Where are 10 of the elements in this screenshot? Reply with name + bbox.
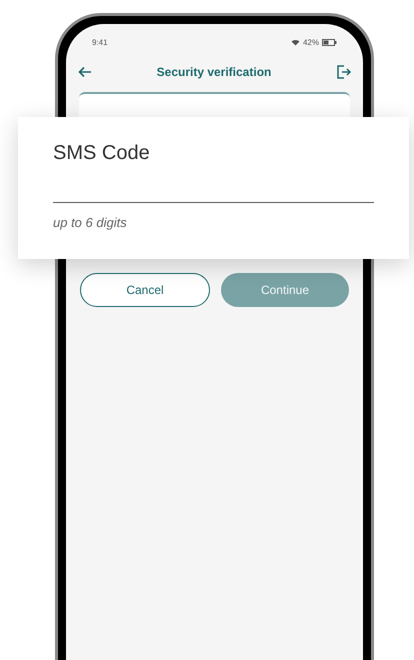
field-hint: up to 6 digits bbox=[53, 214, 128, 232]
screen-title: Security verification bbox=[156, 64, 272, 81]
wifi-icon bbox=[290, 39, 300, 46]
battery-icon bbox=[322, 39, 337, 46]
cancel-button[interactable]: Cancel bbox=[80, 273, 210, 307]
back-arrow-icon[interactable] bbox=[78, 66, 92, 78]
battery-level: 42% bbox=[302, 36, 319, 48]
field-label: SMS Code bbox=[53, 141, 151, 165]
status-time: 9:41 bbox=[92, 36, 108, 48]
logout-icon[interactable] bbox=[336, 65, 351, 79]
